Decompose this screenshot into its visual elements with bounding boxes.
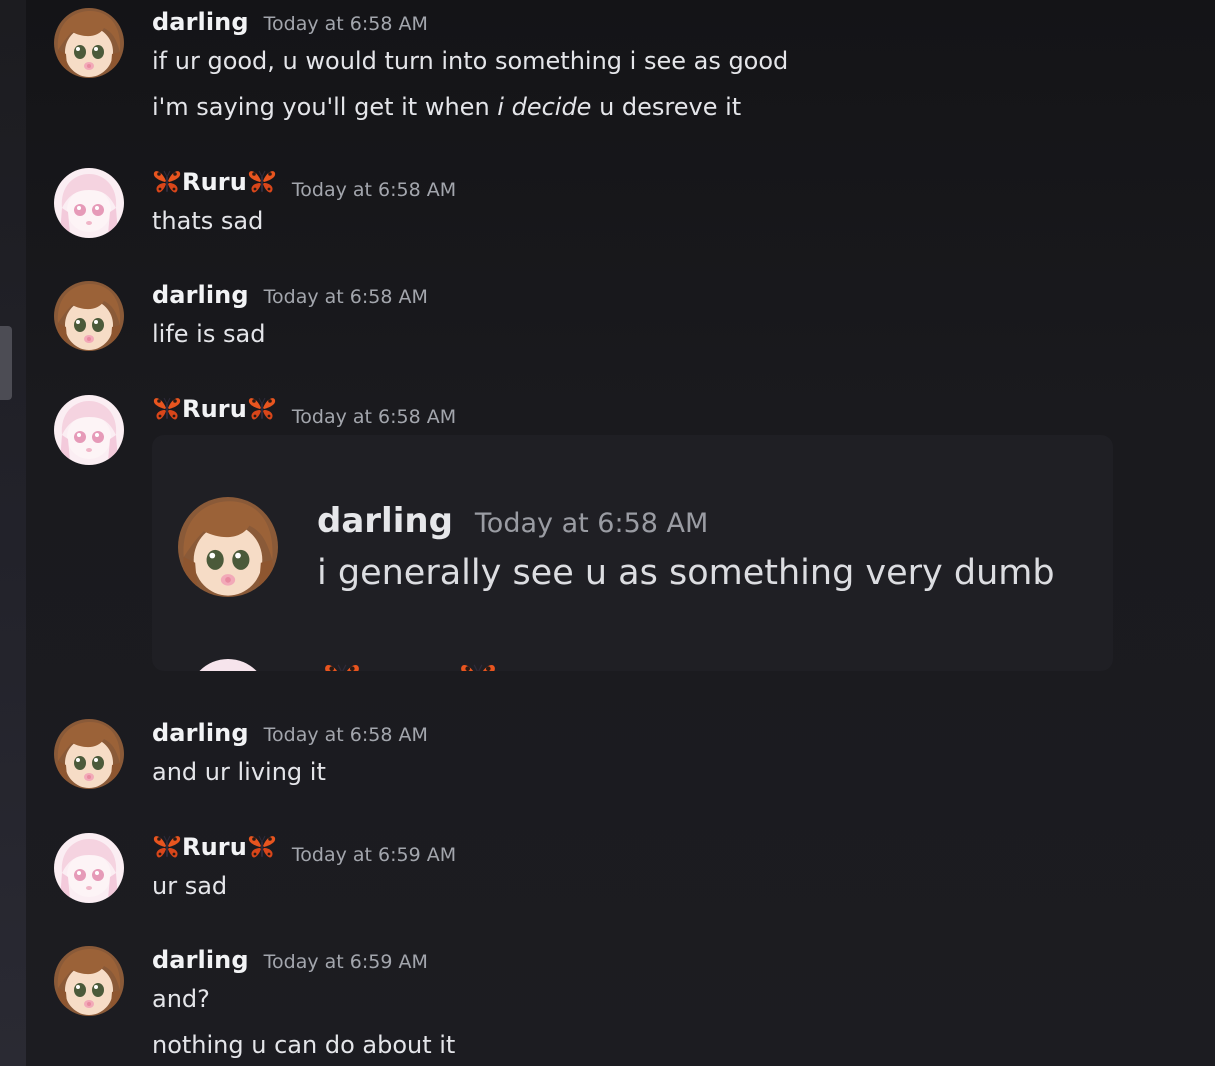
butterfly-icon xyxy=(247,168,277,196)
message-text: and? xyxy=(152,985,210,1013)
embed-cut-avatar xyxy=(188,659,268,671)
message-text-emphasis: i decide xyxy=(497,93,592,121)
avatar[interactable] xyxy=(54,168,124,238)
ruru-avatar-icon xyxy=(54,833,124,903)
message-text: life is sad xyxy=(152,320,266,348)
embed-timestamp: Today at 6:58 AM xyxy=(474,508,709,539)
username-text: Ruru xyxy=(182,168,247,196)
butterfly-icon xyxy=(152,168,182,196)
username[interactable]: Ruru xyxy=(152,395,277,423)
username[interactable]: darling xyxy=(152,719,249,747)
message-header: Ruru Today at 6:59 AM xyxy=(152,833,1175,866)
message-text: i'm saying you'll get it when i decide u… xyxy=(152,92,1175,122)
ruru-avatar-icon xyxy=(54,395,124,465)
message-header: darling Today at 6:58 AM xyxy=(152,719,1175,751)
avatar[interactable] xyxy=(54,946,124,1016)
username[interactable]: Ruru xyxy=(152,168,277,196)
darling-avatar-icon xyxy=(54,8,124,78)
embed-header: darling Today at 6:58 AM xyxy=(317,501,708,541)
avatar[interactable] xyxy=(54,395,124,465)
butterfly-icon xyxy=(247,395,277,423)
avatar[interactable] xyxy=(54,833,124,903)
image-embed[interactable]: darling Today at 6:58 AM i generally see… xyxy=(152,435,1113,671)
message-header: Ruru Today at 6:58 AM xyxy=(152,168,1175,201)
message-header: darling Today at 6:58 AM xyxy=(152,281,1175,313)
ruru-avatar-icon xyxy=(54,168,124,238)
username-text: Ruru xyxy=(182,395,247,423)
message-header: darling Today at 6:58 AM xyxy=(152,8,1175,40)
butterfly-icon xyxy=(458,661,498,671)
embed-avatar xyxy=(178,497,278,597)
username-text: Ruru xyxy=(182,833,247,861)
message-text: thats sad xyxy=(152,207,264,235)
message-text: and ur living it xyxy=(152,758,326,786)
darling-avatar-icon xyxy=(54,946,124,1016)
butterfly-icon xyxy=(247,833,277,861)
butterfly-icon xyxy=(322,661,362,671)
message-header: Ruru Today at 6:58 AM xyxy=(152,395,1175,428)
darling-avatar-icon xyxy=(54,719,124,789)
username[interactable]: darling xyxy=(152,281,249,309)
username[interactable]: darling xyxy=(152,946,249,974)
embed-cut-username xyxy=(322,661,498,671)
avatar[interactable] xyxy=(54,281,124,351)
message-text-part: i'm saying you'll get it when xyxy=(152,93,498,121)
left-rail xyxy=(0,0,26,1066)
timestamp: Today at 6:58 AM xyxy=(263,724,428,746)
username[interactable]: darling xyxy=(152,8,249,36)
butterfly-icon xyxy=(152,395,182,423)
butterfly-icon xyxy=(152,833,182,861)
timestamp: Today at 6:58 AM xyxy=(263,286,428,308)
username[interactable]: Ruru xyxy=(152,833,277,861)
scrollbar-thumb[interactable] xyxy=(0,326,12,400)
embed-message-text: i generally see u as something very dumb xyxy=(317,553,1055,593)
timestamp: Today at 6:59 AM xyxy=(263,951,428,973)
message-text: ur sad xyxy=(152,872,228,900)
timestamp: Today at 6:59 AM xyxy=(291,844,457,866)
message-text: if ur good, u would turn into something … xyxy=(152,47,789,75)
timestamp: Today at 6:58 AM xyxy=(291,179,457,201)
darling-avatar-icon xyxy=(54,281,124,351)
chat-window: darling Today at 6:58 AM if ur good, u w… xyxy=(0,0,1215,1066)
timestamp: Today at 6:58 AM xyxy=(263,13,428,35)
avatar[interactable] xyxy=(54,719,124,789)
embed-username: darling xyxy=(317,501,453,541)
message-text-part: u desreve it xyxy=(591,93,742,121)
message-text: nothing u can do about it xyxy=(152,1031,456,1059)
message-header: darling Today at 6:59 AM xyxy=(152,946,1175,978)
darling-avatar-icon xyxy=(178,497,278,597)
timestamp: Today at 6:58 AM xyxy=(291,406,457,428)
avatar[interactable] xyxy=(54,8,124,78)
